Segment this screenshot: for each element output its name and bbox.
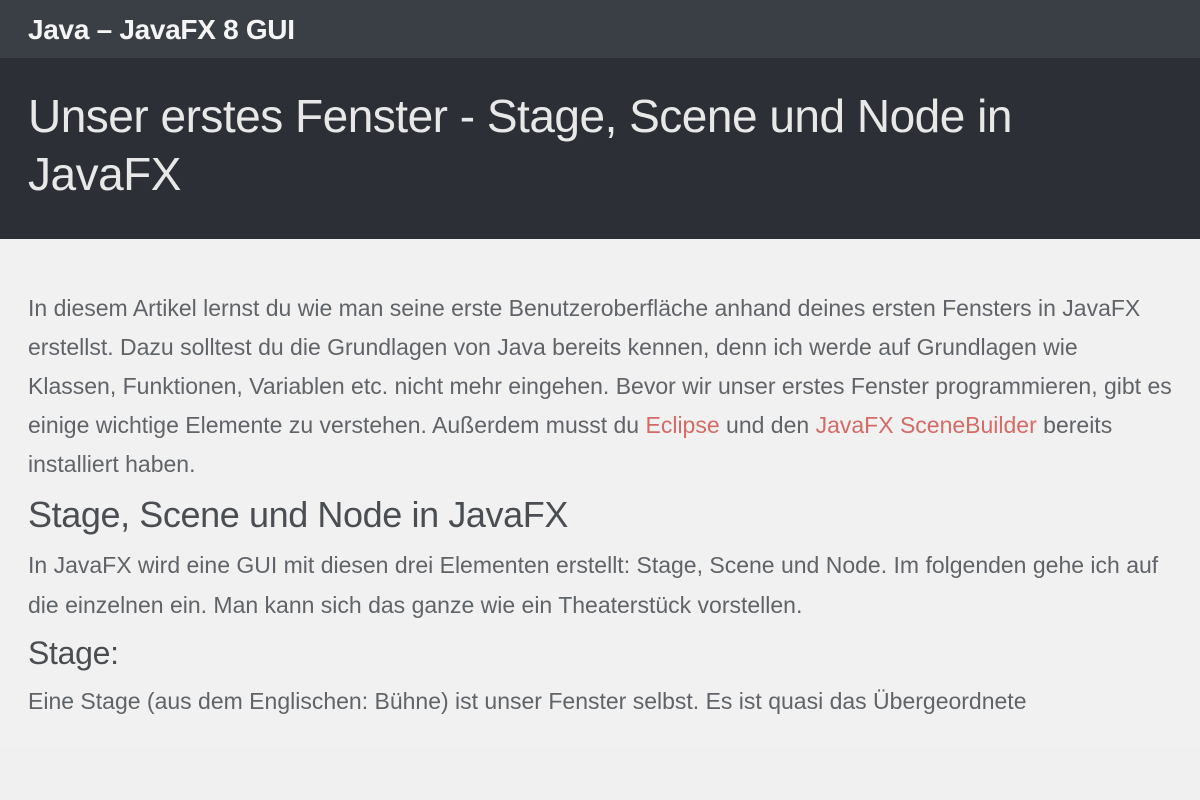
article-body: In diesem Artikel lernst du wie man sein…: [0, 239, 1200, 747]
eclipse-link[interactable]: Eclipse: [646, 412, 720, 438]
heading-stage: Stage:: [28, 635, 1172, 672]
top-bar: Java – JavaFX 8 GUI: [0, 0, 1200, 58]
heading-stage-scene-node: Stage, Scene und Node in JavaFX: [28, 494, 1172, 536]
intro-paragraph: In diesem Artikel lernst du wie man sein…: [28, 289, 1172, 484]
scenebuilder-link[interactable]: JavaFX SceneBuilder: [816, 412, 1037, 438]
article-title: Unser erstes Fenster - Stage, Scene und …: [28, 88, 1172, 203]
intro-text-mid: und den: [720, 412, 816, 438]
stage-paragraph: Eine Stage (aus dem Englischen: Bühne) i…: [28, 682, 1172, 721]
ssn-paragraph: In JavaFX wird eine GUI mit diesen drei …: [28, 546, 1172, 624]
hero-banner: Unser erstes Fenster - Stage, Scene und …: [0, 58, 1200, 239]
course-title: Java – JavaFX 8 GUI: [28, 14, 1172, 46]
